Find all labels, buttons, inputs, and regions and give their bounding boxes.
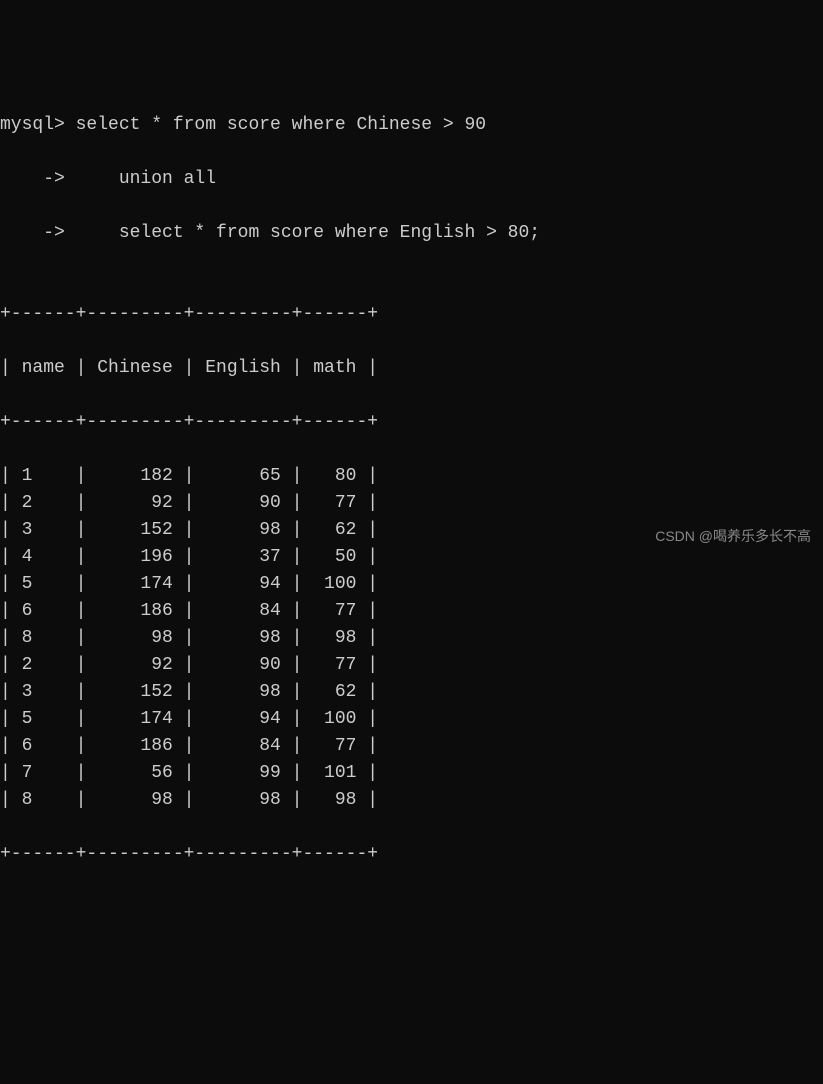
table-header-row: | name | Chinese | English | math |	[0, 355, 823, 382]
table-row: | 1 | 182 | 65 | 80 |	[0, 463, 823, 490]
table-row: | 4 | 196 | 37 | 50 |	[0, 544, 823, 571]
table-row: | 2 | 92 | 90 | 77 |	[0, 490, 823, 517]
table-border-top: +------+---------+---------+------+	[0, 301, 823, 328]
table-row: | 8 | 98 | 98 | 98 |	[0, 787, 823, 814]
table-row: | 6 | 186 | 84 | 77 |	[0, 733, 823, 760]
table-separator: +------+---------+---------+------+	[0, 409, 823, 436]
mysql-prompt-prefix: mysql>	[0, 115, 65, 135]
table-row: | 3 | 152 | 98 | 62 |	[0, 679, 823, 706]
table-row: | 7 | 56 | 99 | 101 |	[0, 760, 823, 787]
mysql-continuation-prefix: ->	[0, 169, 65, 189]
mysql-prompt-line-2[interactable]: -> union all	[0, 166, 823, 193]
table-row: | 2 | 92 | 90 | 77 |	[0, 652, 823, 679]
result-table: +------+---------+---------+------+ | na…	[0, 274, 823, 895]
sql-query-line-2: union all	[65, 169, 216, 189]
mysql-prompt-line-1[interactable]: mysql> select * from score where Chinese…	[0, 112, 823, 139]
watermark: CSDN @喝养乐多长不高	[655, 526, 811, 547]
table-row: | 5 | 174 | 94 | 100 |	[0, 706, 823, 733]
sql-query-line-1: select * from score where Chinese > 90	[65, 115, 486, 135]
mysql-continuation-prefix: ->	[0, 223, 65, 243]
table-body: | 1 | 182 | 65 | 80 || 2 | 92 | 90 | 77 …	[0, 463, 823, 814]
mysql-prompt-line-3[interactable]: -> select * from score where English > 8…	[0, 220, 823, 247]
table-row: | 5 | 174 | 94 | 100 |	[0, 571, 823, 598]
table-border-bottom: +------+---------+---------+------+	[0, 841, 823, 868]
table-row: | 6 | 186 | 84 | 77 |	[0, 598, 823, 625]
sql-query-line-3: select * from score where English > 80;	[65, 223, 540, 243]
table-row: | 8 | 98 | 98 | 98 |	[0, 625, 823, 652]
